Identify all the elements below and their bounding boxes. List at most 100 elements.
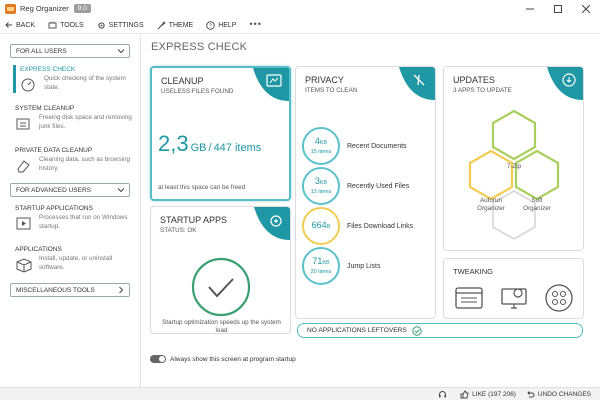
cleanup-value: 2,3 GB / 447 items (158, 131, 261, 157)
hex-label-autorun: Autorun Organizer (477, 197, 505, 212)
startup-icon (16, 217, 31, 230)
section-all-users[interactable]: FOR ALL USERS (10, 44, 130, 58)
section-advanced-users-label: FOR ADVANCED USERS (16, 186, 92, 194)
ring-sub: 15 items (310, 149, 332, 155)
sidebar-item-desc: Cleaning data, such as browsing history. (39, 156, 131, 172)
privacy-row-recent-documents[interactable]: 4KB 15 items Recent Documents (302, 127, 407, 165)
privacy-ring: 664B (302, 207, 340, 245)
hex-autorun-organizer (468, 149, 514, 201)
close-button[interactable] (572, 0, 600, 17)
tweak-window-icon[interactable] (454, 283, 484, 313)
cleanup-separator: / (208, 142, 212, 154)
like-count: LIKE (197 206) (472, 390, 516, 398)
cleanup-footer: at least this space can be freed (158, 184, 246, 191)
maximize-icon (554, 4, 562, 13)
arrow-left-icon (5, 22, 12, 28)
box-icon (16, 258, 32, 273)
section-advanced-users[interactable]: FOR ADVANCED USERS (10, 183, 130, 197)
startup-title: STARTUP APPS (160, 215, 228, 225)
privacy-label: Jump Lists (347, 262, 381, 270)
tweaking-card[interactable]: TWEAKING (443, 258, 584, 319)
sidebar-item-private-data-cleanup[interactable]: PRIVATE DATA CLEANUP Cleaning data, such… (15, 147, 140, 175)
app-title: Reg Organizer (20, 4, 69, 13)
startup-subtitle: STATUS: OK (160, 227, 197, 234)
startup-apps-card[interactable]: STARTUP APPS STATUS: OK Startup optimiza… (150, 206, 291, 334)
tools-button[interactable]: TOOLS (48, 21, 84, 30)
sidebar-item-system-cleanup[interactable]: SYSTEM CLEANUP Freeing disk space and re… (15, 105, 140, 133)
close-icon (582, 4, 590, 13)
ring-sub: 20 items (310, 269, 332, 275)
privacy-row-jump-lists[interactable]: 71KB 20 items Jump Lists (302, 247, 380, 285)
cleanup-subtitle: USELESS FILES FOUND (161, 88, 234, 95)
status-bar: LIKE (197 206) UNDO CHANGES (0, 387, 600, 400)
settings-button[interactable]: SETTINGS (97, 21, 144, 30)
section-misc-tools[interactable]: MISCELLANEOUS TOOLS (10, 283, 130, 297)
express-check-icon (21, 78, 35, 92)
window-controls (516, 0, 600, 17)
maximize-button[interactable] (544, 0, 572, 17)
help-button[interactable]: ? HELP (206, 20, 237, 30)
sidebar-item-title: SYSTEM CLEANUP (15, 105, 75, 112)
privacy-ring: 4KB 15 items (302, 127, 340, 165)
sidebar-item-desc: Install, update, or uninstall software. (39, 255, 113, 271)
back-label: BACK (16, 21, 36, 29)
sidebar-item-startup-applications[interactable]: STARTUP APPLICATIONS Processes that run … (15, 205, 140, 233)
back-button[interactable]: BACK (5, 21, 35, 29)
no-leftovers-label: NO APPLICATIONS LEFTOVERS (307, 327, 407, 334)
sidebar-item-desc: Processes that run on Windows startup. (39, 214, 128, 230)
cleanup-brush-icon (253, 68, 289, 101)
minimize-button[interactable] (516, 0, 544, 17)
undo-changes-button[interactable]: UNDO CHANGES (526, 390, 591, 399)
privacy-card[interactable]: PRIVACY ITEMS TO CLEAN 4KB 15 items Rece… (295, 66, 436, 319)
undo-changes-label: UNDO CHANGES (537, 390, 591, 398)
cleanup-unit: GB (190, 142, 207, 154)
startup-screen-toggle[interactable]: Always show this screen at program start… (150, 355, 296, 363)
updates-title: UPDATES (453, 75, 495, 85)
privacy-row-download-links[interactable]: 664B Files Download Links (302, 207, 413, 245)
theme-label: THEME (168, 21, 194, 29)
status-ok-check-icon (191, 257, 251, 317)
privacy-ring: 3KB 13 items (302, 167, 340, 205)
cleanup-title: CLEANUP (161, 76, 204, 86)
theme-button[interactable]: THEME (157, 20, 194, 30)
cleanup-card[interactable]: CLEANUP USELESS FILES FOUND 2,3 GB / 447… (150, 66, 291, 201)
updates-card[interactable]: UPDATES 3 APPS TO UPDATE 7-Zip Autorun O… (443, 66, 584, 251)
startup-toggle-label: Always show this screen at program start… (170, 355, 296, 363)
like-button[interactable]: LIKE (197 206) (460, 390, 516, 399)
updates-hex-cluster (468, 109, 560, 240)
privacy-title: PRIVACY (305, 75, 344, 85)
chevron-down-icon (117, 188, 125, 193)
help-label: HELP (218, 21, 237, 29)
tweak-apps-grid-icon[interactable] (544, 283, 574, 313)
cleanup-items: 447 items (213, 142, 262, 154)
toolbar: BACK TOOLS SETTINGS THEME ? HELP ••• (0, 17, 600, 34)
updates-subtitle: 3 APPS TO UPDATE (453, 87, 512, 94)
sidebar-item-title: PRIVATE DATA CLEANUP (15, 147, 93, 154)
support-button[interactable] (438, 390, 450, 399)
startup-gear-icon (254, 207, 290, 240)
toggle-switch[interactable] (150, 355, 166, 363)
sidebar-item-applications[interactable]: APPLICATIONS Install, update, or uninsta… (15, 246, 140, 274)
main-panel: EXPRESS CHECK CLEANUP USELESS FILES FOUN… (142, 35, 600, 387)
title-bar: Reg Organizer 9.0 (0, 0, 600, 17)
hex-label-7zip: 7-Zip (506, 163, 522, 170)
tweak-monitor-gear-icon[interactable] (499, 283, 529, 313)
minimize-icon (526, 8, 534, 9)
broom-icon (16, 118, 30, 130)
sidebar-item-title: APPLICATIONS (15, 246, 62, 253)
chevron-right-icon (119, 286, 124, 294)
no-leftovers-bar[interactable]: NO APPLICATIONS LEFTOVERS (297, 323, 583, 338)
sidebar-item-title: STARTUP APPLICATIONS (15, 205, 93, 212)
section-misc-tools-label: MISCELLANEOUS TOOLS (16, 286, 95, 294)
hex-soft-organizer (514, 149, 560, 201)
sidebar-item-express-check[interactable]: EXPRESS CHECK Quick checking of the syst… (15, 66, 140, 94)
cleanup-size: 2,3 (158, 131, 189, 156)
ring-value: 71KB (312, 256, 330, 267)
ring-value: 664B (311, 219, 331, 230)
thumbs-up-icon (460, 390, 469, 398)
privacy-row-recently-used-files[interactable]: 3KB 13 items Recently Used Files (302, 167, 409, 205)
ring-value: 3KB (314, 176, 328, 187)
more-menu-button[interactable]: ••• (249, 19, 261, 29)
hex-7zip (491, 109, 537, 161)
chevron-down-icon (117, 49, 125, 54)
